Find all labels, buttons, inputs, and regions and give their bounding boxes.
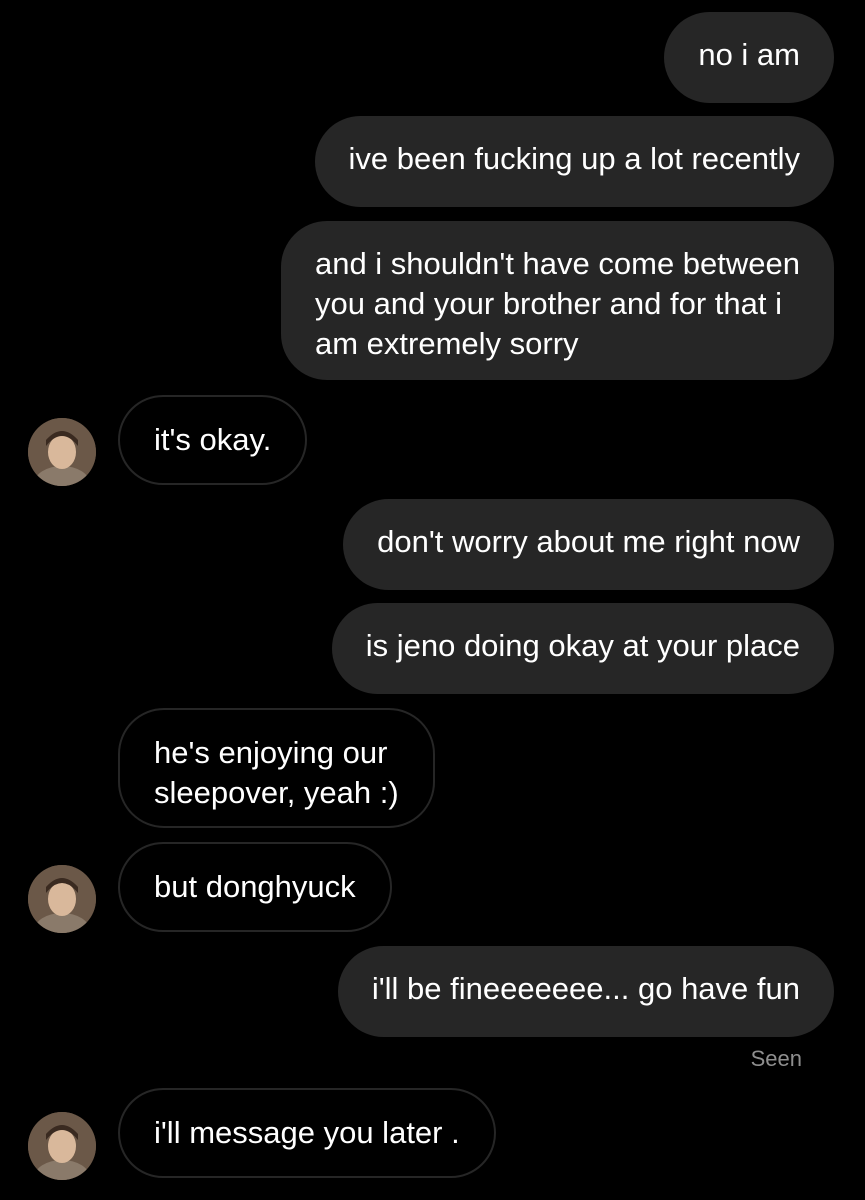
message-bubble-incoming[interactable]: he's enjoying our sleepover, yeah :) [118, 708, 435, 828]
contact-avatar[interactable] [28, 865, 96, 933]
seen-status: Seen [750, 1046, 802, 1071]
message-bubble-outgoing[interactable]: ive been fucking up a lot recently [314, 116, 834, 207]
message-bubble-incoming[interactable]: but donghyuck [118, 842, 392, 932]
contact-avatar[interactable] [28, 418, 96, 486]
message-bubble-outgoing[interactable]: is jeno doing okay at your place [331, 603, 834, 694]
user-photo-icon [28, 418, 96, 486]
user-photo-icon [28, 1112, 96, 1180]
user-photo-icon [28, 865, 96, 933]
message-bubble-outgoing[interactable]: i'll be fineeeeeee... go have fun [337, 946, 834, 1037]
message-bubble-incoming[interactable]: it's okay. [118, 395, 308, 485]
message-bubble-outgoing[interactable]: no i am [664, 12, 834, 103]
message-bubble-outgoing[interactable]: don't worry about me right now [343, 499, 834, 590]
message-bubble-outgoing[interactable]: and i shouldn't have come between you an… [280, 221, 834, 380]
contact-avatar[interactable] [28, 1112, 96, 1180]
message-bubble-incoming[interactable]: i'll message you later . [118, 1088, 496, 1178]
